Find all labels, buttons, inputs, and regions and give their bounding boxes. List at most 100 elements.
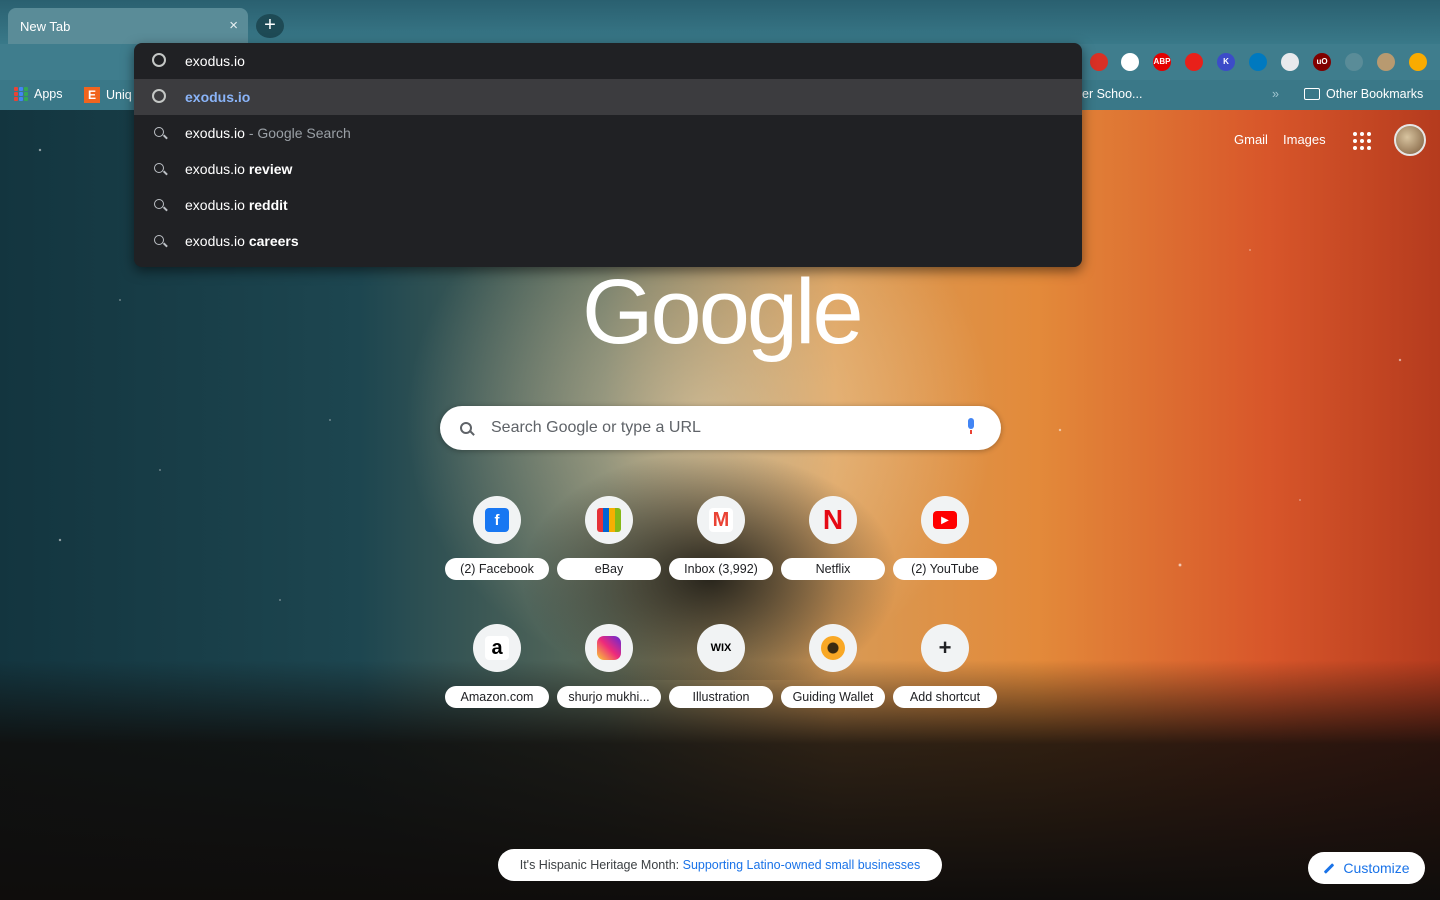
shortcut-label: shurjo mukhi... bbox=[557, 686, 661, 708]
profile-extension-icon[interactable] bbox=[1377, 53, 1395, 71]
suggestion-text: exodus.io bbox=[185, 233, 245, 249]
bookmark-etsy[interactable]: E Uniq bbox=[84, 87, 132, 103]
shortcut-icon-circle bbox=[585, 496, 633, 544]
bookmark-apps[interactable]: Apps bbox=[14, 87, 63, 101]
tab-title: New Tab bbox=[20, 18, 71, 34]
tab-strip: New Tab × + bbox=[0, 0, 1440, 46]
omnibox-suggestion[interactable]: exodus.io reddit bbox=[134, 187, 1082, 223]
youtube-icon: ▶ bbox=[933, 511, 957, 529]
shortcut-tile[interactable]: N Netflix bbox=[781, 496, 885, 596]
hand-extension-icon[interactable] bbox=[1185, 53, 1203, 71]
update-extension-icon[interactable] bbox=[1409, 53, 1427, 71]
shortcut-icon-circle: ▶ bbox=[921, 496, 969, 544]
puzzle-extension-icon[interactable] bbox=[1345, 53, 1363, 71]
omnibox-suggestion[interactable]: exodus.io careers bbox=[134, 223, 1082, 259]
shortcut-icon-circle: M bbox=[697, 496, 745, 544]
tab-close-icon[interactable]: × bbox=[229, 17, 238, 34]
tab-new-tab[interactable]: New Tab × bbox=[8, 8, 248, 44]
pencil-icon bbox=[1324, 862, 1335, 874]
promo-text: It's Hispanic Heritage Month: bbox=[519, 858, 683, 872]
google-logo: Google bbox=[582, 261, 864, 363]
suggestion-suffix: - Google Search bbox=[244, 125, 351, 141]
customize-label: Customize bbox=[1343, 860, 1410, 876]
shortcut-label: Amazon.com bbox=[445, 686, 549, 708]
bookmark-etsy-label: Uniq bbox=[106, 88, 132, 102]
shortcut-tile[interactable]: Guiding Wallet bbox=[781, 624, 885, 724]
shortcut-label: Inbox (3,992) bbox=[669, 558, 773, 580]
omnibox-suggestion[interactable]: exodus.io review bbox=[134, 151, 1082, 187]
omnibox-suggestion[interactable]: exodus.io - Google Search bbox=[134, 115, 1082, 151]
shortcut-tile[interactable]: M Inbox (3,992) bbox=[669, 496, 773, 596]
search-input[interactable] bbox=[491, 406, 931, 450]
promo-link[interactable]: Supporting Latino-owned small businesses bbox=[683, 858, 921, 872]
search-icon bbox=[151, 197, 167, 213]
k-extension-icon[interactable]: K bbox=[1217, 53, 1235, 71]
folder-icon bbox=[1304, 88, 1320, 100]
microphone-icon[interactable] bbox=[966, 418, 976, 434]
avatar[interactable] bbox=[1394, 124, 1426, 156]
search-icon bbox=[151, 161, 167, 177]
globe-icon bbox=[151, 89, 167, 105]
shortcut-label: (2) YouTube bbox=[893, 558, 997, 580]
omnibox-dropdown: exodus.io exodus.io exodus.io - Google S… bbox=[134, 43, 1082, 267]
bookmark-other[interactable]: Other Bookmarks bbox=[1304, 87, 1423, 101]
suggestion-text: exodus.io bbox=[185, 161, 245, 177]
shortcut-label: eBay bbox=[557, 558, 661, 580]
etsy-icon: E bbox=[84, 87, 100, 103]
gmail-icon: M bbox=[709, 508, 733, 532]
dice-extension-icon[interactable] bbox=[1121, 53, 1139, 71]
customize-button[interactable]: Customize bbox=[1308, 852, 1425, 884]
search-icon bbox=[460, 421, 472, 439]
shortcut-tile[interactable]: shurjo mukhi... bbox=[557, 624, 661, 724]
abp-extension-icon[interactable]: ABP bbox=[1153, 53, 1171, 71]
omnibox-input[interactable]: exodus.io bbox=[185, 53, 245, 69]
shortcut-icon-circle: N bbox=[809, 496, 857, 544]
search-box[interactable] bbox=[440, 406, 1001, 450]
shortcut-icon-circle bbox=[809, 624, 857, 672]
shortcut-tile[interactable]: a Amazon.com bbox=[445, 624, 549, 724]
plus-icon: + bbox=[938, 635, 952, 660]
shortcut-tile[interactable]: + Add shortcut bbox=[893, 624, 997, 724]
amazon-icon: a bbox=[485, 636, 509, 660]
shortcut-icon-circle: a bbox=[473, 624, 521, 672]
bookmark-school-label: er Schoo... bbox=[1082, 87, 1143, 101]
google-apps-icon[interactable] bbox=[1353, 132, 1371, 150]
omnibox-input-row[interactable]: exodus.io bbox=[134, 43, 1082, 79]
doc-extension-icon[interactable] bbox=[1281, 53, 1299, 71]
shortcut-label: Illustration bbox=[669, 686, 773, 708]
shortcut-tile[interactable]: eBay bbox=[557, 496, 661, 596]
trello-extension-icon[interactable] bbox=[1249, 53, 1267, 71]
shortcut-label: (2) Facebook bbox=[445, 558, 549, 580]
search-icon bbox=[151, 125, 167, 141]
suggestion-text: exodus.io bbox=[185, 197, 245, 213]
gmail-link[interactable]: Gmail bbox=[1234, 132, 1268, 147]
shortcut-label: Netflix bbox=[781, 558, 885, 580]
apps-grid-icon bbox=[14, 87, 28, 101]
bookmarks-overflow-button[interactable]: » bbox=[1272, 87, 1279, 101]
shortcut-label: Guiding Wallet bbox=[781, 686, 885, 708]
shortcut-tile[interactable]: WIX Illustration bbox=[669, 624, 773, 724]
facebook-icon: f bbox=[485, 508, 509, 532]
images-link[interactable]: Images bbox=[1283, 132, 1326, 147]
suggestion-bold: careers bbox=[244, 233, 299, 249]
new-tab-button[interactable]: + bbox=[256, 14, 284, 38]
shortcut-label: Add shortcut bbox=[893, 686, 997, 708]
bookmark-school[interactable]: er Schoo... bbox=[1082, 87, 1142, 101]
globe-icon bbox=[151, 53, 167, 69]
red-extension-icon[interactable] bbox=[1090, 53, 1108, 71]
wix-icon: WIX bbox=[710, 642, 732, 654]
shortcut-icon-circle: f bbox=[473, 496, 521, 544]
promo-banner: It's Hispanic Heritage Month: Supporting… bbox=[498, 849, 942, 881]
instagram-icon bbox=[597, 636, 621, 660]
bookmark-other-label: Other Bookmarks bbox=[1326, 87, 1424, 101]
ebay-icon bbox=[597, 508, 621, 532]
shortcut-tile[interactable]: ▶ (2) YouTube bbox=[893, 496, 997, 596]
suggestion-text: exodus.io bbox=[185, 125, 245, 141]
shortcut-icon-circle bbox=[585, 624, 633, 672]
search-icon bbox=[151, 233, 167, 249]
omnibox-suggestion[interactable]: exodus.io bbox=[134, 79, 1082, 115]
ublock-extension-icon[interactable]: uO bbox=[1313, 53, 1331, 71]
suggestion-bold: review bbox=[244, 161, 293, 177]
shortcut-tile[interactable]: f (2) Facebook bbox=[445, 496, 549, 596]
shortcut-icon-circle: WIX bbox=[697, 624, 745, 672]
